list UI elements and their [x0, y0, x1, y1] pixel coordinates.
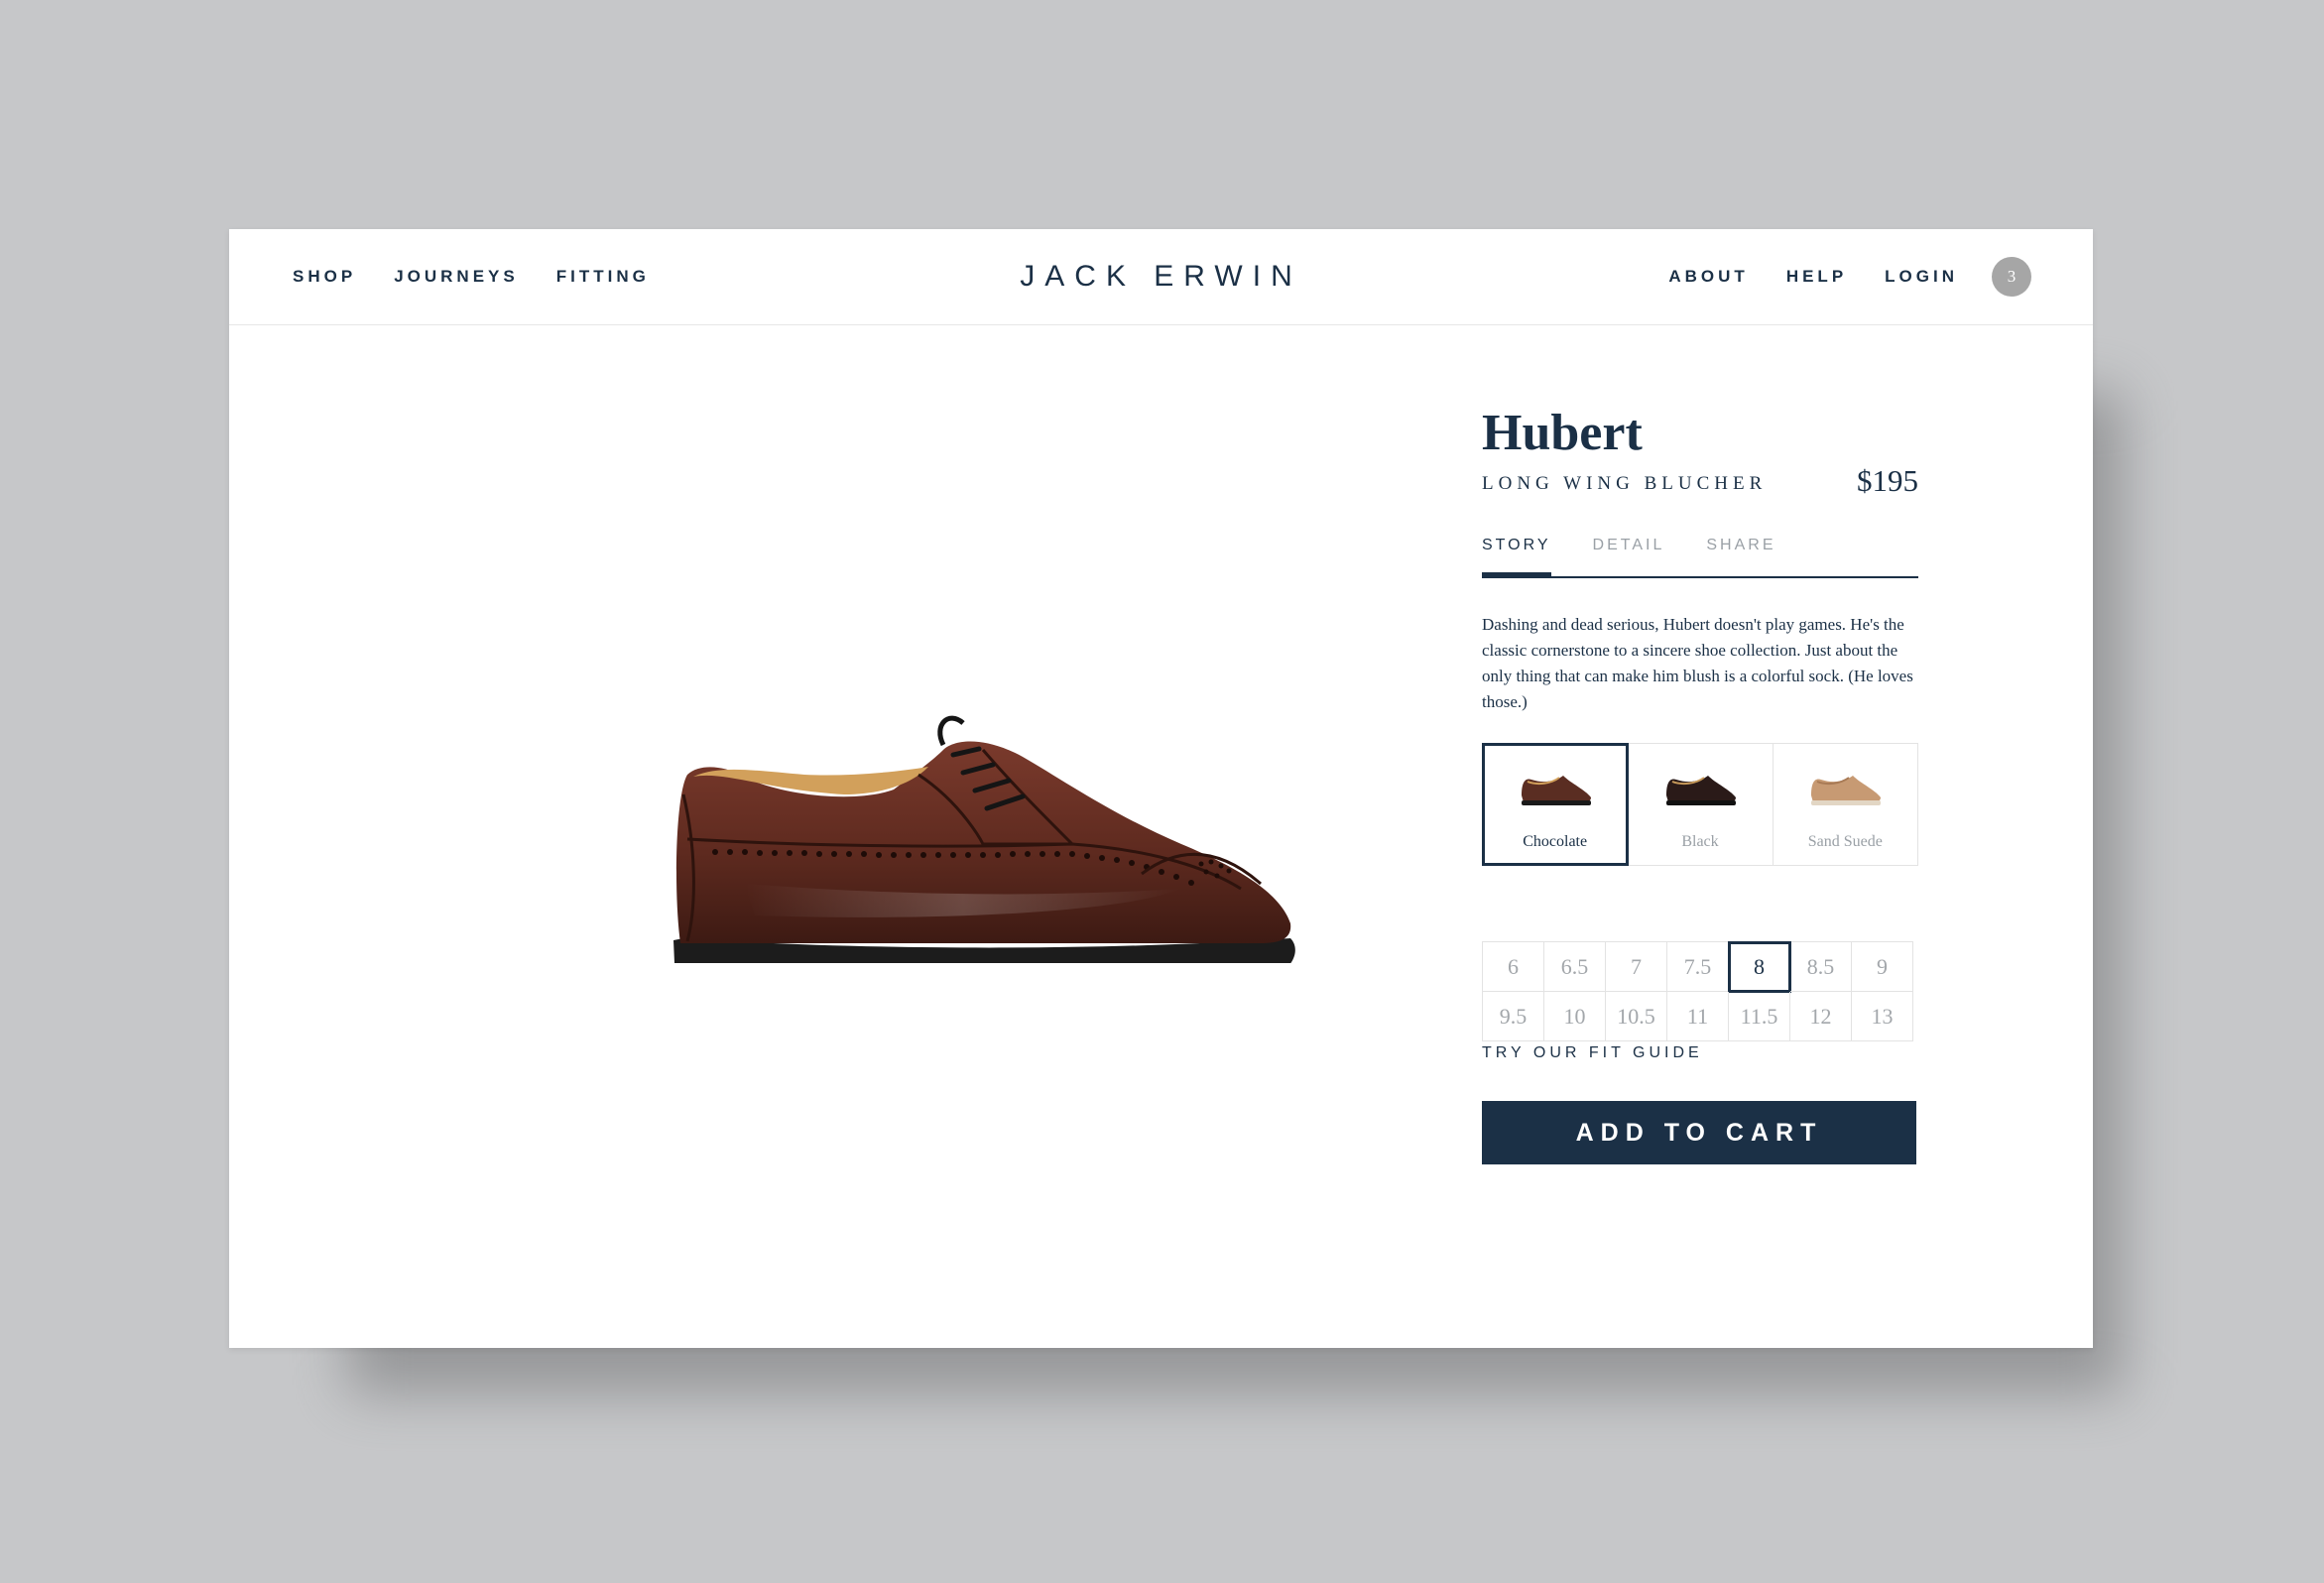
nav-fitting[interactable]: FITTING [556, 267, 650, 287]
size-option[interactable]: 6.5 [1544, 942, 1606, 992]
primary-nav: SHOP JOURNEYS FITTING [293, 229, 650, 324]
secondary-nav: ABOUT HELP LOGIN 3 [1668, 229, 2031, 324]
swatch-chocolate[interactable]: Chocolate [1481, 743, 1630, 866]
tab-share[interactable]: SHARE [1706, 537, 1775, 574]
brand-logo[interactable]: JACK ERWIN [1020, 260, 1301, 294]
size-grid: 6 6.5 7 7.5 8 8.5 9 9.5 10 10.5 11 11.5 … [1482, 941, 1913, 1041]
product-title: Hubert [1482, 405, 1643, 461]
product-story: Dashing and dead serious, Hubert doesn't… [1482, 615, 1913, 711]
size-option[interactable]: 10 [1544, 992, 1606, 1041]
size-option[interactable]: 6 [1483, 942, 1544, 992]
tab-story[interactable]: STORY [1482, 537, 1551, 576]
cart-count-badge[interactable]: 3 [1992, 257, 2031, 297]
product-style: LONG WING BLUCHER [1482, 473, 1768, 494]
swatch-label: Chocolate [1523, 833, 1588, 850]
nav-about[interactable]: ABOUT [1668, 267, 1748, 287]
info-tabs: STORY DETAIL SHARE [1482, 537, 1918, 578]
size-option[interactable]: 9 [1852, 942, 1913, 992]
tab-detail[interactable]: DETAIL [1593, 537, 1665, 574]
size-option[interactable]: 13 [1852, 992, 1913, 1041]
product-image [673, 715, 1295, 963]
size-option[interactable]: 7 [1606, 942, 1667, 992]
size-option-selected[interactable]: 8 [1728, 941, 1791, 993]
black-shoe-thumbnail [1665, 776, 1736, 805]
color-swatches: Chocolate Black Sand Suede [1481, 743, 1918, 866]
fit-guide-link[interactable]: TRY OUR FIT GUIDE [1482, 1044, 1703, 1062]
chocolate-shoe-thumbnail [1521, 776, 1591, 805]
sand-suede-shoe-thumbnail [1811, 776, 1882, 805]
product-price: $195 [1857, 463, 1918, 498]
size-option[interactable]: 9.5 [1483, 992, 1544, 1041]
size-option[interactable]: 10.5 [1606, 992, 1667, 1041]
swatch-label: Sand Suede [1807, 833, 1883, 850]
nav-login[interactable]: LOGIN [1885, 267, 1958, 287]
swatch-sand-suede[interactable]: Sand Suede [1774, 744, 1917, 865]
size-option[interactable]: 8.5 [1790, 942, 1852, 992]
nav-help[interactable]: HELP [1786, 267, 1847, 287]
size-option[interactable]: 11 [1667, 992, 1729, 1041]
nav-journeys[interactable]: JOURNEYS [394, 267, 519, 287]
add-to-cart-button[interactable]: ADD TO CART [1482, 1101, 1916, 1164]
swatch-label: Black [1681, 833, 1719, 850]
page-backdrop: SHOP JOURNEYS FITTING JACK ERWIN ABOUT H… [0, 0, 2324, 1583]
size-option[interactable]: 12 [1790, 992, 1852, 1041]
size-option[interactable]: 7.5 [1667, 942, 1729, 992]
browser-window: SHOP JOURNEYS FITTING JACK ERWIN ABOUT H… [229, 229, 2093, 1348]
nav-shop[interactable]: SHOP [293, 267, 356, 287]
site-header: SHOP JOURNEYS FITTING JACK ERWIN ABOUT H… [229, 229, 2093, 325]
size-option[interactable]: 11.5 [1729, 992, 1790, 1041]
swatch-black[interactable]: Black [1628, 744, 1774, 865]
